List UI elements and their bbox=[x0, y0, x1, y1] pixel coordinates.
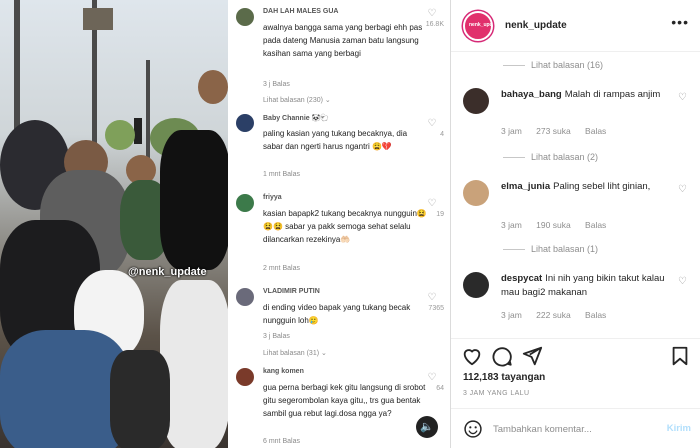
overlay-comment-user: kang komen bbox=[263, 368, 304, 375]
overlay-comment-likes: 16.8K bbox=[425, 21, 444, 28]
speaker-icon[interactable]: 🔈 bbox=[416, 416, 438, 438]
comment-info: 3 jam 273 suka Balas bbox=[501, 126, 618, 136]
avatar bbox=[236, 114, 254, 132]
overlay-comment-user: DAH LAH MALES GUA bbox=[263, 8, 339, 15]
comment-time: 3 jam bbox=[501, 126, 522, 136]
view-replies-label: Lihat balasan (2) bbox=[531, 152, 599, 162]
heart-icon: ♡ bbox=[427, 118, 437, 129]
overlay-comment-meta: 3 j Balas bbox=[263, 81, 290, 88]
reply-button[interactable]: Balas bbox=[585, 126, 606, 136]
avatar bbox=[236, 368, 254, 386]
comment-icon[interactable] bbox=[491, 345, 513, 367]
comment-likes[interactable]: 190 suka bbox=[536, 220, 571, 230]
overlay-comment-likes: 64 bbox=[436, 385, 444, 392]
overlay-comment-replies: Lihat balasan (31) ⌄ bbox=[263, 350, 327, 357]
overlay-comment-meta: 6 mnt Balas bbox=[263, 438, 300, 445]
overlay-comment-text: di ending video bapak yang tukang becak … bbox=[263, 303, 411, 325]
post-header: nenk_update nenk_update ••• bbox=[451, 0, 700, 52]
overlay-comment-text: kasian bapapk2 tukang becaknya nungguin😫… bbox=[263, 209, 427, 244]
view-replies-link[interactable]: Lihat balasan (16) bbox=[503, 60, 603, 70]
comment-input[interactable] bbox=[493, 422, 653, 436]
comment-likes[interactable]: 273 suka bbox=[536, 126, 571, 136]
avatar[interactable]: nenk_update bbox=[463, 11, 493, 41]
view-replies-label: Lihat balasan (16) bbox=[531, 60, 604, 70]
reply-button[interactable]: Balas bbox=[585, 220, 606, 230]
overlay-comment-meta: 3 j Balas bbox=[263, 333, 290, 340]
post-video[interactable]: @nenk_update DAH LAH MALES GUA awalnya b… bbox=[0, 0, 450, 448]
view-replies-link[interactable]: Lihat balasan (2) bbox=[503, 152, 598, 162]
comment-text: Malah di rampas anjim bbox=[564, 89, 661, 100]
comment-user[interactable]: elma_junia bbox=[501, 181, 550, 192]
post-author-username[interactable]: nenk_update bbox=[505, 20, 567, 31]
avatar[interactable] bbox=[463, 272, 489, 298]
heart-icon: ♡ bbox=[427, 198, 437, 209]
overlay-comment-replies: Lihat balasan (230) ⌄ bbox=[263, 97, 331, 104]
overlay-comment-likes: 4 bbox=[440, 131, 444, 138]
video-watermark: @nenk_update bbox=[128, 266, 207, 278]
reply-button[interactable]: Balas bbox=[585, 310, 606, 320]
comment-likes[interactable]: 222 suka bbox=[536, 310, 571, 320]
heart-icon: ♡ bbox=[427, 372, 437, 383]
avatar bbox=[236, 194, 254, 212]
comment-composer: Kirim bbox=[451, 408, 700, 448]
comment-info: 3 jam 190 suka Balas bbox=[501, 220, 618, 230]
comment-info: 3 jam 222 suka Balas bbox=[501, 310, 618, 320]
comment-time: 3 jam bbox=[501, 310, 522, 320]
overlay-comment-user: Baby Channie 🐼🐑 bbox=[263, 115, 330, 122]
heart-icon[interactable]: ♡ bbox=[678, 92, 687, 103]
view-count[interactable]: 112,183 tayangan bbox=[463, 372, 545, 383]
overlay-comment-text: gua perna berbagi kek gitu langsung di s… bbox=[263, 383, 426, 418]
comment-body: despycat Ini nih yang bikin takut kalau m… bbox=[501, 272, 671, 300]
comment-user[interactable]: bahaya_bang bbox=[501, 89, 562, 100]
avatar bbox=[236, 8, 254, 26]
overlay-comment-text: paling kasian yang tukang becaknya, dia … bbox=[263, 129, 408, 151]
emoji-icon[interactable] bbox=[463, 419, 483, 439]
view-replies-link[interactable]: Lihat balasan (1) bbox=[503, 244, 598, 254]
heart-icon: ♡ bbox=[427, 292, 437, 303]
send-icon[interactable] bbox=[521, 345, 543, 367]
avatar[interactable] bbox=[463, 88, 489, 114]
video-frame: @nenk_update bbox=[0, 0, 228, 448]
view-replies-label: Lihat balasan (1) bbox=[531, 244, 599, 254]
tiktok-comments-overlay: DAH LAH MALES GUA awalnya bangga sama ya… bbox=[228, 0, 450, 448]
overlay-comment-meta: 1 mnt Balas bbox=[263, 171, 300, 178]
heart-icon[interactable] bbox=[461, 345, 483, 367]
comment-body: bahaya_bang Malah di rampas anjim bbox=[501, 88, 671, 102]
overlay-comment-user: friyya bbox=[263, 194, 282, 201]
bookmark-icon[interactable] bbox=[669, 345, 691, 367]
more-dots-icon[interactable]: ••• bbox=[671, 14, 689, 30]
avatar bbox=[236, 288, 254, 306]
instagram-post-view: @nenk_update DAH LAH MALES GUA awalnya b… bbox=[0, 0, 700, 448]
avatar[interactable] bbox=[463, 180, 489, 206]
overlay-comment-meta: 2 mnt Balas bbox=[263, 265, 300, 272]
comment-time: 3 jam bbox=[501, 220, 522, 230]
avatar-label: nenk_update bbox=[469, 22, 493, 28]
comment-user[interactable]: despycat bbox=[501, 273, 542, 284]
overlay-comment-text: awalnya bangga sama yang berbagi ehh pas… bbox=[263, 23, 423, 58]
overlay-comment-likes: 19 bbox=[436, 211, 444, 218]
post-timestamp: 3 JAM YANG LALU bbox=[463, 390, 530, 397]
heart-icon: ♡ bbox=[427, 8, 437, 19]
post-sidebar: nenk_update nenk_update ••• Lihat balasa… bbox=[450, 0, 700, 448]
comment-body: elma_junia Paling sebel liht ginian, bbox=[501, 180, 671, 194]
heart-icon[interactable]: ♡ bbox=[678, 276, 687, 287]
comment-text: Paling sebel liht ginian, bbox=[553, 181, 651, 192]
heart-icon[interactable]: ♡ bbox=[678, 184, 687, 195]
overlay-comment-likes: 7365 bbox=[428, 305, 444, 312]
post-actions bbox=[451, 338, 700, 374]
post-comment-button[interactable]: Kirim bbox=[667, 423, 691, 434]
overlay-comment-user: VLADIMIR PUTIN bbox=[263, 288, 320, 295]
comment-thread: Lihat balasan (16) bahaya_bang Malah di r… bbox=[451, 52, 700, 338]
